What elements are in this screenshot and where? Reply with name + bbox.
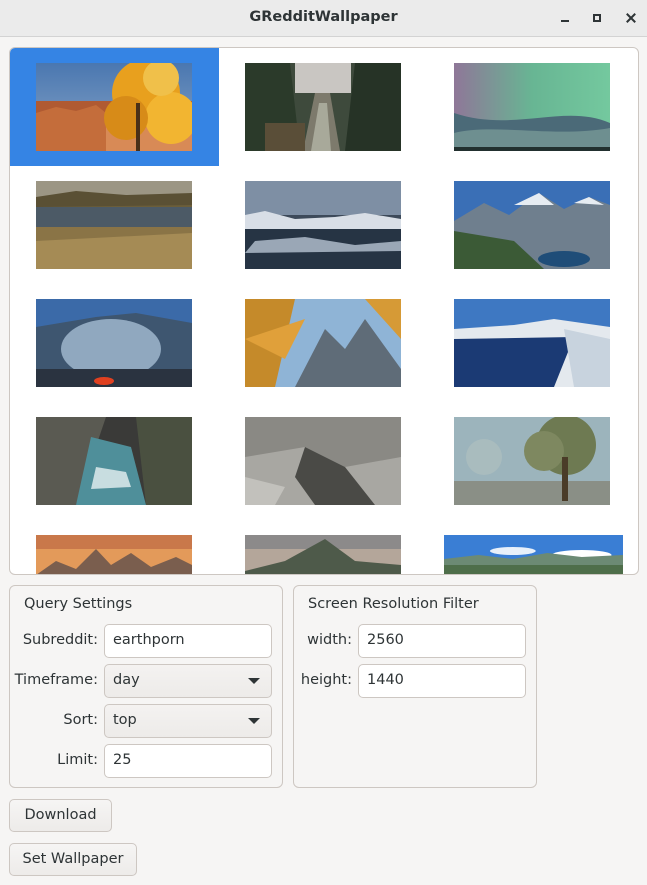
wallpaper-thumbnail [36, 299, 192, 387]
minimize-button[interactable] [555, 8, 575, 28]
width-field[interactable]: 2560 [358, 624, 526, 658]
set-wallpaper-button[interactable]: Set Wallpaper [9, 843, 137, 876]
gallery-tile-cliff-face[interactable] [219, 402, 428, 520]
gallery-tile-marsh-rainbow[interactable] [10, 166, 219, 284]
sort-dropdown[interactable]: top [104, 704, 272, 738]
gallery-tile-aurora-borealis[interactable] [428, 48, 637, 166]
wallpaper-thumbnail [454, 63, 610, 151]
wallpaper-thumbnail [36, 63, 192, 151]
wallpaper-thumbnail [245, 299, 401, 387]
gallery-tile-dolomites-sunset[interactable] [10, 520, 219, 574]
wallpaper-thumbnail [36, 417, 192, 505]
window-title: GRedditWallpaper [249, 9, 398, 25]
chevron-down-icon [248, 678, 260, 684]
resolution-filter-title: Screen Resolution Filter [308, 596, 479, 612]
gallery-tile-river-gorge[interactable] [10, 402, 219, 520]
header-bar: GRedditWallpaper [0, 0, 647, 37]
wallpaper-thumbnail [444, 535, 623, 574]
gallery-tile-mountain-lake[interactable] [428, 166, 637, 284]
wallpaper-thumbnail [454, 299, 610, 387]
gallery-tile-blue-sky-panorama[interactable] [428, 520, 637, 574]
chevron-down-icon [248, 718, 260, 724]
maximize-icon [593, 14, 601, 22]
height-label: height: [300, 672, 352, 688]
width-label: width: [307, 632, 352, 648]
timeframe-selected-value: day [113, 672, 140, 688]
timeframe-dropdown[interactable]: day [104, 664, 272, 698]
sort-label: Sort: [63, 712, 98, 728]
wallpaper-thumbnail [454, 417, 610, 505]
wallpaper-thumbnail [245, 181, 401, 269]
wallpaper-thumbnail [245, 535, 401, 574]
wallpaper-thumbnail [36, 535, 192, 574]
timeframe-label: Timeframe: [14, 672, 98, 688]
gallery-tile-misty-oak[interactable] [428, 402, 637, 520]
close-icon [626, 13, 636, 23]
query-settings-title: Query Settings [24, 596, 133, 612]
maximize-button[interactable] [587, 8, 607, 28]
gallery-tile-larch-peaks[interactable] [219, 284, 428, 402]
gallery-tile-crater-lake[interactable] [428, 284, 637, 402]
gallery-tile-volcano-crater[interactable] [10, 284, 219, 402]
gallery-tile-icy-fjord[interactable] [219, 166, 428, 284]
gallery-tile-forest-stream[interactable] [219, 48, 428, 166]
wallpaper-thumbnail [454, 181, 610, 269]
subreddit-field[interactable]: earthporn [104, 624, 272, 658]
wallpaper-thumbnail [245, 417, 401, 505]
subreddit-label: Subreddit: [22, 632, 98, 648]
minimize-icon [561, 20, 569, 22]
gallery-tile-canyon-autumn-tree[interactable] [10, 48, 219, 166]
limit-label: Limit: [57, 752, 98, 768]
wallpaper-thumbnail [36, 181, 192, 269]
sort-selected-value: top [113, 712, 137, 728]
close-button[interactable] [621, 8, 641, 28]
download-button[interactable]: Download [9, 799, 112, 832]
wallpaper-thumbnail [245, 63, 401, 151]
limit-field[interactable]: 25 [104, 744, 272, 778]
height-field[interactable]: 1440 [358, 664, 526, 698]
gallery-tile-valley-peak[interactable] [219, 520, 428, 574]
wallpaper-gallery[interactable] [9, 47, 639, 575]
